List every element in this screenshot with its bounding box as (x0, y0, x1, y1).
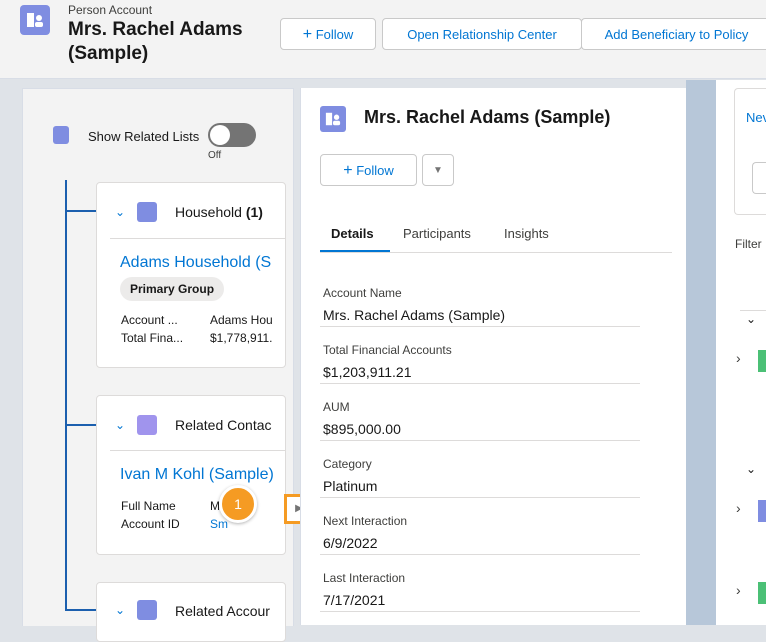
contact-record-link[interactable]: Ivan M Kohl (Sample) (120, 466, 274, 484)
field-value-category: Platinum (323, 478, 378, 494)
field-label-last-interaction: Last Interaction (323, 571, 406, 585)
field-divider (320, 611, 640, 612)
field-divider (320, 326, 640, 327)
person-account-icon (320, 106, 346, 132)
account-icon (137, 600, 157, 620)
chevron-down-icon[interactable]: ⌄ (115, 418, 125, 432)
tree-connector-household (65, 210, 97, 212)
primary-group-badge: Primary Group (120, 277, 225, 301)
contact-record: Ivan M Kohl (Sample) Full Name Mr Accoun… (110, 450, 286, 546)
field-label-account-name: Account Name (323, 286, 402, 300)
chevron-right-icon[interactable]: › (736, 350, 741, 366)
show-related-lists-toggle[interactable] (208, 123, 256, 147)
household-record-link[interactable]: Adams Household (S (120, 254, 271, 272)
field-divider (320, 383, 640, 384)
field-value: Adams Hou (210, 313, 273, 327)
record-header: Person Account Mrs. Rachel Adams (Sample… (0, 0, 766, 79)
chevron-down-icon[interactable]: ⌄ (115, 205, 125, 219)
field-divider (320, 440, 640, 441)
chevron-down-icon[interactable]: ⌄ (746, 312, 756, 326)
field-label-next-interaction: Next Interaction (323, 514, 408, 528)
tab-participants[interactable]: Participants (403, 226, 471, 241)
event-icon (758, 500, 766, 522)
related-accounts-title: Related Accour (175, 603, 270, 619)
task-icon (758, 582, 766, 604)
follow-button[interactable]: + Follow (280, 18, 376, 50)
activity-panel: Nev Filter ⌄ › ⌄ › › (716, 80, 766, 625)
activity-input[interactable] (752, 162, 766, 194)
tab-insights[interactable]: Insights (504, 226, 549, 241)
chevron-down-icon[interactable]: ⌄ (115, 603, 125, 617)
field-value-aum: $895,000.00 (323, 421, 401, 437)
field-label: Account ID (121, 517, 180, 531)
plus-icon: + (302, 26, 313, 43)
step-callout-badge: 1 (219, 485, 257, 523)
person-account-icon (20, 5, 50, 35)
chevron-down-icon[interactable]: ⌄ (746, 462, 756, 476)
tree-connector-contacts (65, 424, 97, 426)
detail-title: Mrs. Rachel Adams (Sample) (364, 107, 611, 127)
activity-card (734, 88, 766, 215)
field-label-aum: AUM (323, 400, 350, 414)
detail-content: Mrs. Rachel Adams (Sample) + Follow ▼ De… (300, 88, 686, 625)
divider (740, 310, 766, 311)
field-label: Full Name (121, 499, 176, 513)
filter-label: Filter (735, 237, 762, 251)
tab-details[interactable]: Details (331, 226, 374, 241)
tree-connector-vertical (65, 180, 67, 610)
field-value[interactable]: Sm (210, 517, 228, 531)
tab-divider (320, 252, 672, 253)
household-icon (137, 202, 157, 222)
record-title: Mrs. Rachel Adams (Sample) (68, 19, 243, 64)
field-divider (320, 554, 640, 555)
field-value-next-interaction: 6/9/2022 (323, 535, 378, 551)
chevron-down-icon: ▼ (433, 165, 443, 176)
contact-icon (137, 415, 157, 435)
field-label-total-financial-accounts: Total Financial Accounts (323, 343, 452, 357)
toggle-state-label: Off (208, 150, 222, 161)
plus-icon: + (343, 162, 353, 179)
field-label-category: Category (323, 457, 372, 471)
tree-connector-accounts (65, 609, 97, 611)
task-icon (758, 350, 766, 372)
chevron-right-icon[interactable]: › (736, 500, 741, 516)
field-value-last-interaction: 7/17/2021 (323, 592, 386, 608)
add-beneficiary-button[interactable]: Add Beneficiary to Policy (581, 18, 766, 50)
household-title: Household (1) (175, 204, 263, 220)
field-label: Total Fina... (121, 331, 184, 345)
household-record: Adams Household (S Primary Group Account… (110, 238, 286, 359)
more-actions-button[interactable]: ▼ (422, 154, 454, 186)
field-divider (320, 497, 640, 498)
show-related-lists-label: Show Related Lists (88, 129, 200, 144)
field-value-total-financial-accounts: $1,203,911.21 (323, 364, 412, 380)
field-value-account-name: Mrs. Rachel Adams (Sample) (323, 307, 506, 323)
toggle-knob (210, 125, 230, 145)
related-list-icon (53, 126, 69, 144)
field-label: Account ... (121, 313, 178, 327)
open-relationship-center-button[interactable]: Open Relationship Center (382, 18, 582, 50)
new-tab[interactable]: Nev (746, 110, 766, 125)
field-value: $1,778,911. (210, 331, 273, 345)
chevron-right-icon[interactable]: › (736, 582, 741, 598)
follow-button[interactable]: + Follow (320, 154, 417, 186)
object-type-label: Person Account (68, 3, 153, 17)
related-contacts-title: Related Contac (175, 417, 272, 433)
